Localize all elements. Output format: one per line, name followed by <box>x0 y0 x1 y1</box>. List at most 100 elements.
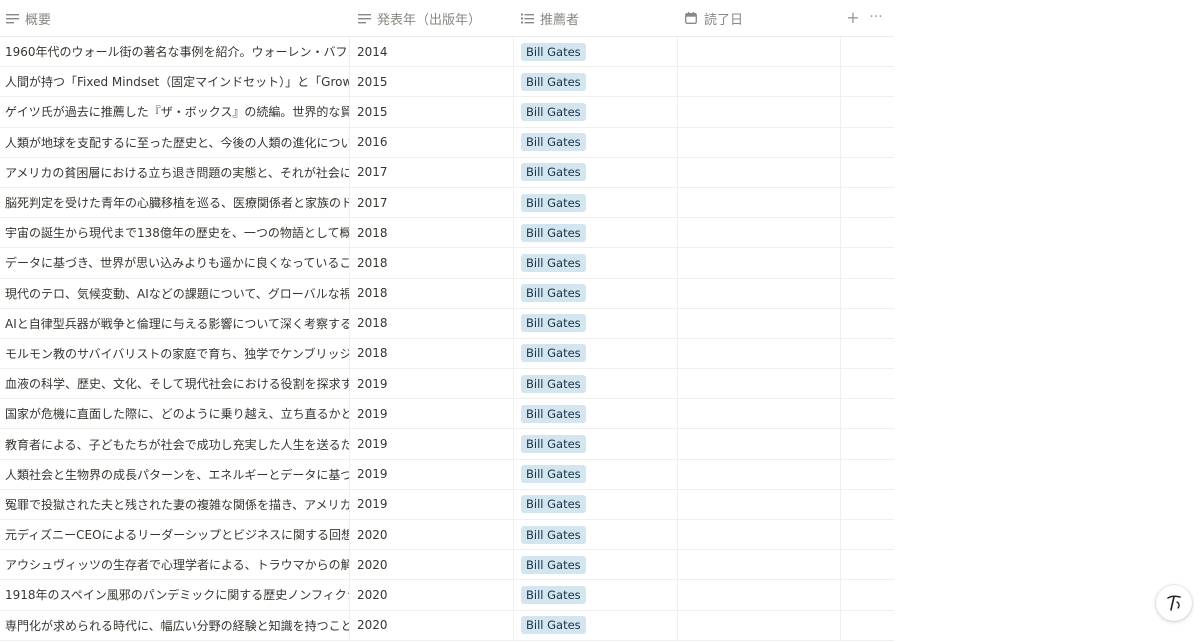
year-cell[interactable]: 2017 <box>350 187 514 218</box>
recommender-cell[interactable]: Bill Gates <box>514 157 678 187</box>
summary-cell[interactable]: データに基づき、世界が思い込みよりも遥かに良くなっていること <box>0 248 350 278</box>
table-row[interactable]: 教育者による、子どもたちが社会で成功し充実した人生を送るため 2019 Bill G… <box>0 429 894 460</box>
year-cell[interactable]: 2020 <box>350 580 514 610</box>
read-date-cell[interactable] <box>678 218 841 248</box>
table-row[interactable]: 元ディズニーCEOによるリーダーシップとビジネスに関する回想録。 2020 Bill… <box>0 520 894 551</box>
column-header-read-date[interactable]: 読了日 <box>684 0 841 36</box>
table-row[interactable]: 冤罪で投獄された夫と残された妻の複雑な関係を描き、アメリカの 2019 Bill G… <box>0 489 894 520</box>
recommender-cell[interactable]: Bill Gates <box>514 610 678 640</box>
table-row[interactable]: 現代のテロ、気候変動、AIなどの課題について、グローバルな視点 2018 Bill … <box>0 278 894 309</box>
summary-cell[interactable]: 人類が地球を支配するに至った歴史と、今後の人類の進化について <box>0 127 350 157</box>
table-row[interactable]: アメリカの貧困層における立ち退き問題の実態と、それが社会に与 2017 Bill G… <box>0 157 894 188</box>
table-row[interactable]: アウシュヴィッツの生存者で心理学者による、トラウマからの解放 2020 Bill G… <box>0 550 894 581</box>
summary-cell[interactable]: 専門化が求められる時代に、幅広い分野の経験と知識を持つことの <box>0 610 350 640</box>
summary-cell[interactable]: 人類社会と生物界の成長パターンを、エネルギーとデータに基づい <box>0 459 350 489</box>
summary-cell[interactable]: 人間が持つ「Fixed Mindset（固定マインドセット）」と「Growth … <box>0 67 350 97</box>
summary-cell[interactable]: 教育者による、子どもたちが社会で成功し充実した人生を送るため <box>0 429 350 459</box>
table-row[interactable]: 国家が危機に直面した際に、どのように乗り越え、立ち直るかとい 2019 Bill G… <box>0 399 894 430</box>
column-header-recommender[interactable]: 推薦者 <box>520 0 677 36</box>
read-date-cell[interactable] <box>678 127 841 157</box>
read-date-cell[interactable] <box>678 248 841 278</box>
table-row[interactable]: 1918年のスペイン風邪のパンデミックに関する歴史ノンフィクショ 2020 Bill… <box>0 580 894 611</box>
add-property-button[interactable]: + <box>846 10 860 26</box>
year-cell[interactable]: 2014 <box>350 37 514 67</box>
year-cell[interactable]: 2020 <box>350 520 514 550</box>
read-date-cell[interactable] <box>678 429 841 459</box>
read-date-cell[interactable] <box>678 369 841 399</box>
recommender-cell[interactable]: Bill Gates <box>514 37 678 67</box>
summary-cell[interactable]: 宇宙の誕生から現代まで138億年の歴史を、一つの物語として概観す <box>0 218 350 248</box>
year-cell[interactable]: 2019 <box>350 399 514 429</box>
read-date-cell[interactable] <box>678 97 841 127</box>
recommender-cell[interactable]: Bill Gates <box>514 550 678 580</box>
year-cell[interactable]: 2020 <box>350 550 514 580</box>
summary-cell[interactable]: アメリカの貧困層における立ち退き問題の実態と、それが社会に与 <box>0 157 350 187</box>
year-cell[interactable]: 2018 <box>350 278 514 308</box>
summary-cell[interactable]: 国家が危機に直面した際に、どのように乗り越え、立ち直るかとい <box>0 399 350 429</box>
recommender-cell[interactable]: Bill Gates <box>514 248 678 278</box>
read-date-cell[interactable] <box>678 338 841 369</box>
year-cell[interactable]: 2015 <box>350 97 514 127</box>
recommender-cell[interactable]: Bill Gates <box>514 520 678 550</box>
help-button[interactable] <box>1156 585 1192 621</box>
table-row[interactable]: 1960年代のウォール街の著名な事例を紹介。ウォーレン・バフェッ 2014 Bill… <box>0 37 894 68</box>
read-date-cell[interactable] <box>678 308 841 338</box>
read-date-cell[interactable] <box>678 67 841 97</box>
read-date-cell[interactable] <box>678 520 841 550</box>
summary-cell[interactable]: 血液の科学、歴史、文化、そして現代社会における役割を探求する。 <box>0 369 350 399</box>
read-date-cell[interactable] <box>678 489 841 519</box>
table-row[interactable]: 脳死判定を受けた青年の心臓移植を巡る、医療関係者と家族のドラ 2017 Bill G… <box>0 187 894 219</box>
table-row[interactable]: 専門化が求められる時代に、幅広い分野の経験と知識を持つことの 2020 Bill G… <box>0 610 894 641</box>
year-cell[interactable]: 2019 <box>350 429 514 459</box>
read-date-cell[interactable] <box>678 580 841 610</box>
recommender-cell[interactable]: Bill Gates <box>514 369 678 399</box>
column-header-summary[interactable]: 概要 <box>5 0 350 36</box>
read-date-cell[interactable] <box>678 610 841 640</box>
more-options-button[interactable]: ··· <box>868 10 884 26</box>
recommender-cell[interactable]: Bill Gates <box>514 127 678 157</box>
summary-cell[interactable]: ゲイツ氏が過去に推薦した『ザ・ボックス』の続編。世界的な貿易 <box>0 97 350 127</box>
recommender-cell[interactable]: Bill Gates <box>514 580 678 610</box>
recommender-cell[interactable]: Bill Gates <box>514 429 678 459</box>
table-row[interactable]: 人間が持つ「Fixed Mindset（固定マインドセット）」と「Growth … <box>0 67 894 98</box>
read-date-cell[interactable] <box>678 399 841 429</box>
summary-cell[interactable]: 現代のテロ、気候変動、AIなどの課題について、グローバルな視点 <box>0 278 350 308</box>
table-row[interactable]: 血液の科学、歴史、文化、そして現代社会における役割を探求する。 2019 Bill … <box>0 369 894 400</box>
read-date-cell[interactable] <box>678 550 841 580</box>
recommender-cell[interactable]: Bill Gates <box>514 278 678 308</box>
year-cell[interactable]: 2016 <box>350 127 514 157</box>
year-cell[interactable]: 2019 <box>350 489 514 519</box>
summary-cell[interactable]: 冤罪で投獄された夫と残された妻の複雑な関係を描き、アメリカの <box>0 489 350 519</box>
recommender-cell[interactable]: Bill Gates <box>514 187 678 218</box>
column-header-year[interactable]: 発表年（出版年） <box>357 0 514 36</box>
year-cell[interactable]: 2020 <box>350 610 514 640</box>
year-cell[interactable]: 2018 <box>350 338 514 369</box>
summary-cell[interactable]: 元ディズニーCEOによるリーダーシップとビジネスに関する回想録。 <box>0 520 350 550</box>
year-cell[interactable]: 2019 <box>350 369 514 399</box>
recommender-cell[interactable]: Bill Gates <box>514 218 678 248</box>
recommender-cell[interactable]: Bill Gates <box>514 399 678 429</box>
recommender-cell[interactable]: Bill Gates <box>514 67 678 97</box>
year-cell[interactable]: 2018 <box>350 218 514 248</box>
year-cell[interactable]: 2017 <box>350 157 514 187</box>
summary-cell[interactable]: モルモン教のサバイバリストの家庭で育ち、独学でケンブリッジ大 <box>0 338 350 369</box>
year-cell[interactable]: 2018 <box>350 248 514 278</box>
read-date-cell[interactable] <box>678 37 841 67</box>
summary-cell[interactable]: AIと自律型兵器が戦争と倫理に与える影響について深く考察する。 <box>0 308 350 338</box>
recommender-cell[interactable]: Bill Gates <box>514 338 678 369</box>
year-cell[interactable]: 2015 <box>350 67 514 97</box>
year-cell[interactable]: 2019 <box>350 459 514 489</box>
table-row[interactable]: 人類が地球を支配するに至った歴史と、今後の人類の進化について 2016 Bill G… <box>0 127 894 158</box>
summary-cell[interactable]: 1960年代のウォール街の著名な事例を紹介。ウォーレン・バフェッ <box>0 37 350 67</box>
table-row[interactable]: ゲイツ氏が過去に推薦した『ザ・ボックス』の続編。世界的な貿易 2015 Bill G… <box>0 97 894 128</box>
table-row[interactable]: モルモン教のサバイバリストの家庭で育ち、独学でケンブリッジ大 2018 Bill G… <box>0 338 894 370</box>
read-date-cell[interactable] <box>678 278 841 308</box>
summary-cell[interactable]: アウシュヴィッツの生存者で心理学者による、トラウマからの解放 <box>0 550 350 580</box>
recommender-cell[interactable]: Bill Gates <box>514 489 678 519</box>
table-row[interactable]: データに基づき、世界が思い込みよりも遥かに良くなっていること 2018 Bill G… <box>0 248 894 279</box>
recommender-cell[interactable]: Bill Gates <box>514 459 678 489</box>
recommender-cell[interactable]: Bill Gates <box>514 308 678 338</box>
recommender-cell[interactable]: Bill Gates <box>514 97 678 127</box>
read-date-cell[interactable] <box>678 459 841 489</box>
table-row[interactable]: AIと自律型兵器が戦争と倫理に与える影響について深く考察する。 2018 Bill … <box>0 308 894 339</box>
